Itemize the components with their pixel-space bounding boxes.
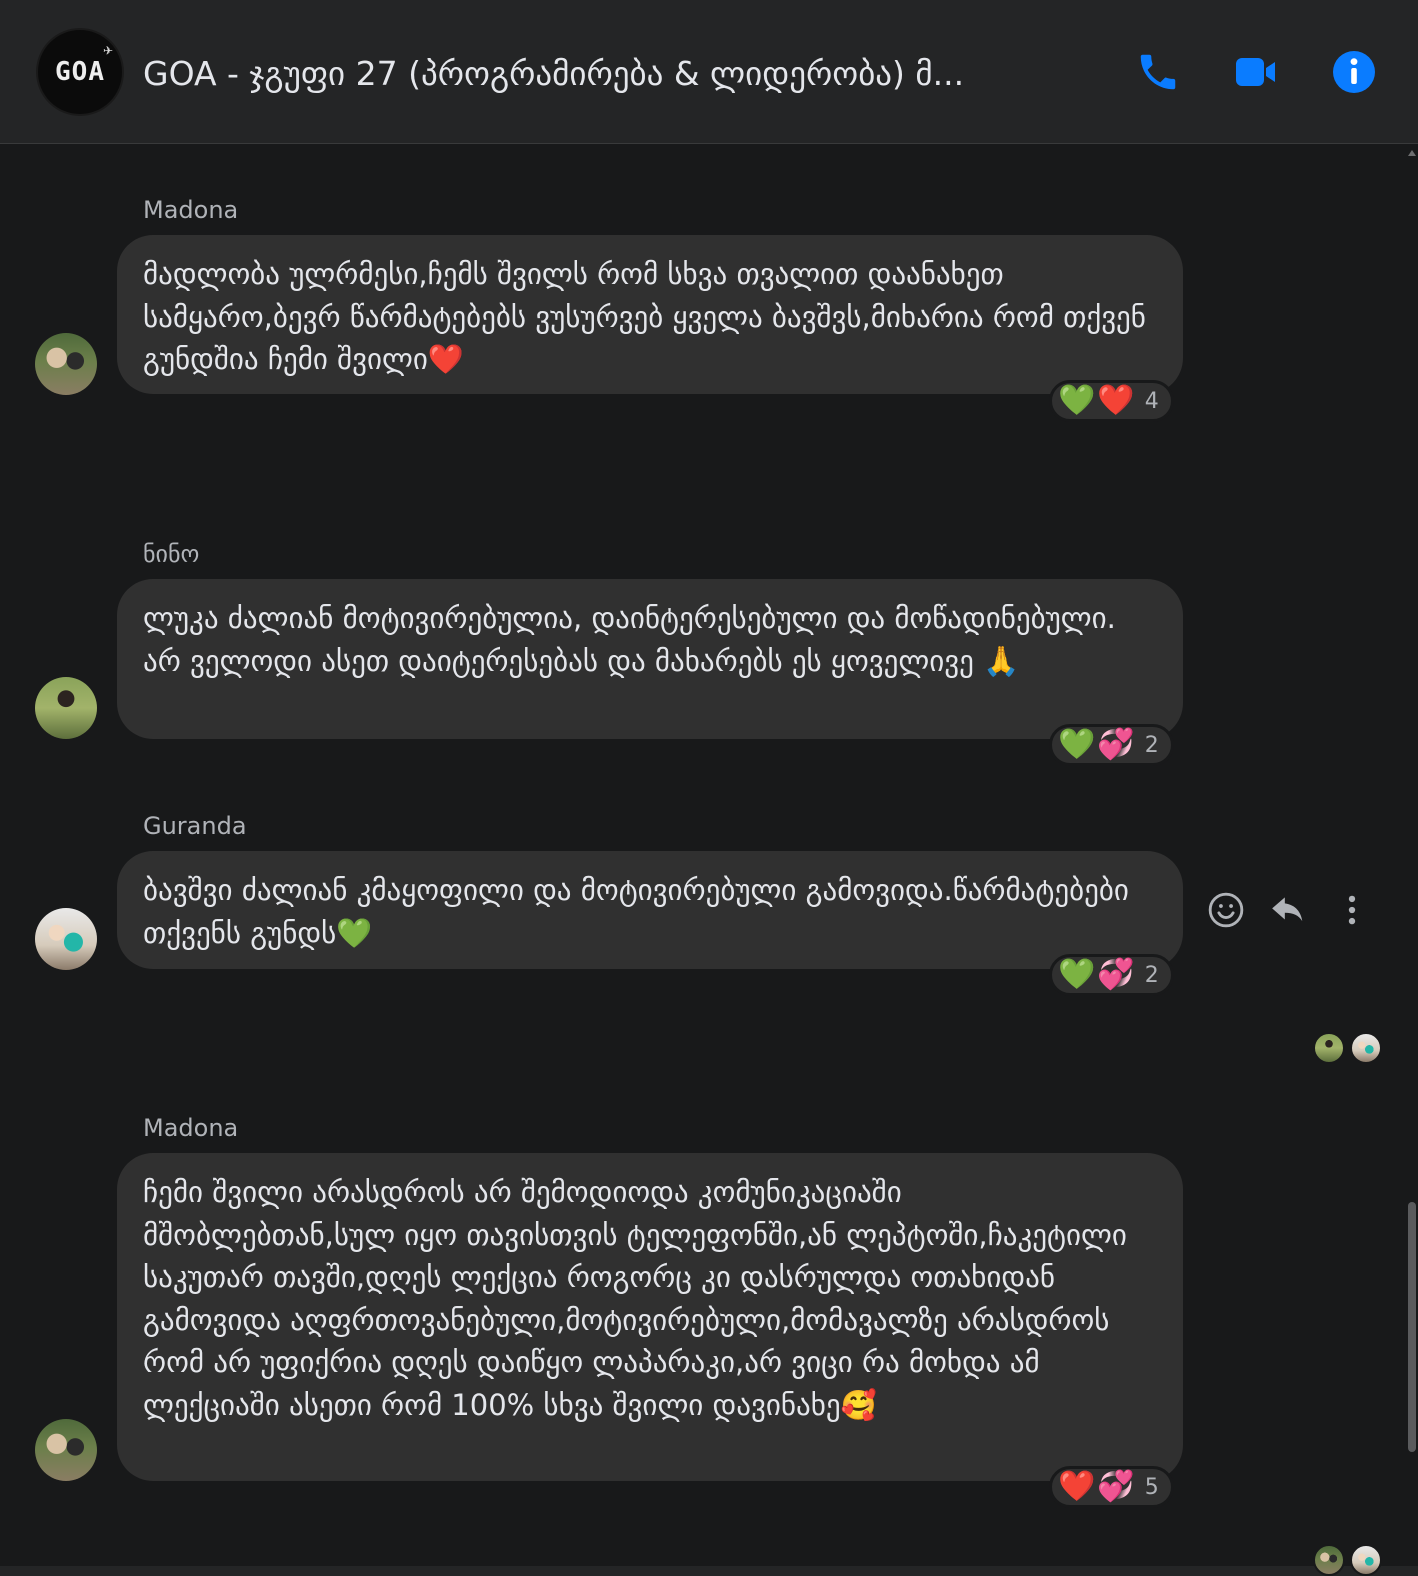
reaction-badge[interactable]: 💚 💞 2 [1049, 724, 1174, 766]
reaction-count: 2 [1144, 732, 1159, 758]
avatar[interactable] [35, 333, 97, 395]
message-bubble[interactable]: ბავშვი ძალიან კმაყოფილი და მოტივირებული … [117, 851, 1183, 969]
video-camera-icon [1236, 58, 1275, 86]
message-bubble[interactable]: ლუკა ძალიან მოტივირებულია, დაინტერესებულ… [117, 579, 1183, 739]
reaction-badge[interactable]: ❤️ 💞 5 [1049, 1466, 1174, 1508]
sender-name: Madona [143, 196, 239, 224]
reaction-badge[interactable]: 💚 ❤️ 4 [1049, 380, 1174, 422]
scrollbar-thumb[interactable] [1408, 1202, 1416, 1452]
seen-by-avatar[interactable] [1350, 1544, 1382, 1576]
sender-name: Madona [143, 1114, 239, 1142]
phone-icon [1140, 54, 1176, 90]
green-heart-icon: 💚 [1058, 957, 1096, 992]
react-button[interactable] [1204, 888, 1248, 932]
avatar[interactable] [35, 908, 97, 970]
group-avatar-text: GOA [55, 57, 105, 87]
two-hearts-icon: 💞 [1097, 957, 1135, 992]
video-call-button[interactable] [1232, 48, 1280, 96]
reaction-badge[interactable]: 💚 💞 2 [1049, 954, 1174, 996]
seen-by-avatar[interactable] [1313, 1544, 1345, 1576]
info-icon [1333, 51, 1375, 93]
reaction-count: 5 [1144, 1474, 1159, 1500]
vertical-dots-icon [1348, 895, 1356, 925]
reaction-count: 2 [1144, 962, 1159, 988]
reply-button[interactable] [1266, 888, 1310, 932]
reaction-count: 4 [1144, 388, 1159, 414]
more-options-button[interactable] [1330, 888, 1374, 932]
conversation-title[interactable]: GOA - ჯგუფი 27 (პროგრამირება & ლიდერობა)… [143, 52, 1083, 96]
red-heart-icon: ❤️ [1097, 383, 1135, 418]
two-hearts-icon: 💞 [1097, 727, 1135, 762]
message-bubble[interactable]: მადლობა ულრმესი,ჩემს შვილს რომ სხვა თვალ… [117, 235, 1183, 394]
message-bubble[interactable]: ჩემი შვილი არასდროს არ შემოდიოდა კომუნიკ… [117, 1153, 1183, 1481]
sender-name: Guranda [143, 812, 247, 840]
red-heart-icon: ❤️ [1058, 1469, 1096, 1504]
two-hearts-icon: 💞 [1097, 1469, 1135, 1504]
green-heart-icon: 💚 [1058, 383, 1096, 418]
scroll-up-arrow-icon[interactable] [1408, 150, 1416, 156]
chat-header: GOA ✈ GOA - ჯგუფი 27 (პროგრამირება & ლიდ… [0, 0, 1418, 144]
audio-call-button[interactable] [1134, 48, 1182, 96]
conversation-info-button[interactable] [1330, 48, 1378, 96]
reply-arrow-icon [1272, 897, 1303, 922]
avatar[interactable] [35, 1419, 97, 1481]
avatar[interactable] [35, 677, 97, 739]
sender-name: ნინო [143, 540, 200, 568]
group-avatar[interactable]: GOA ✈ [36, 28, 124, 116]
smiley-icon [1208, 892, 1244, 928]
airplane-icon: ✈ [103, 40, 114, 59]
seen-by-avatar[interactable] [1350, 1032, 1382, 1064]
seen-by-avatar[interactable] [1313, 1032, 1345, 1064]
green-heart-icon: 💚 [1058, 727, 1096, 762]
